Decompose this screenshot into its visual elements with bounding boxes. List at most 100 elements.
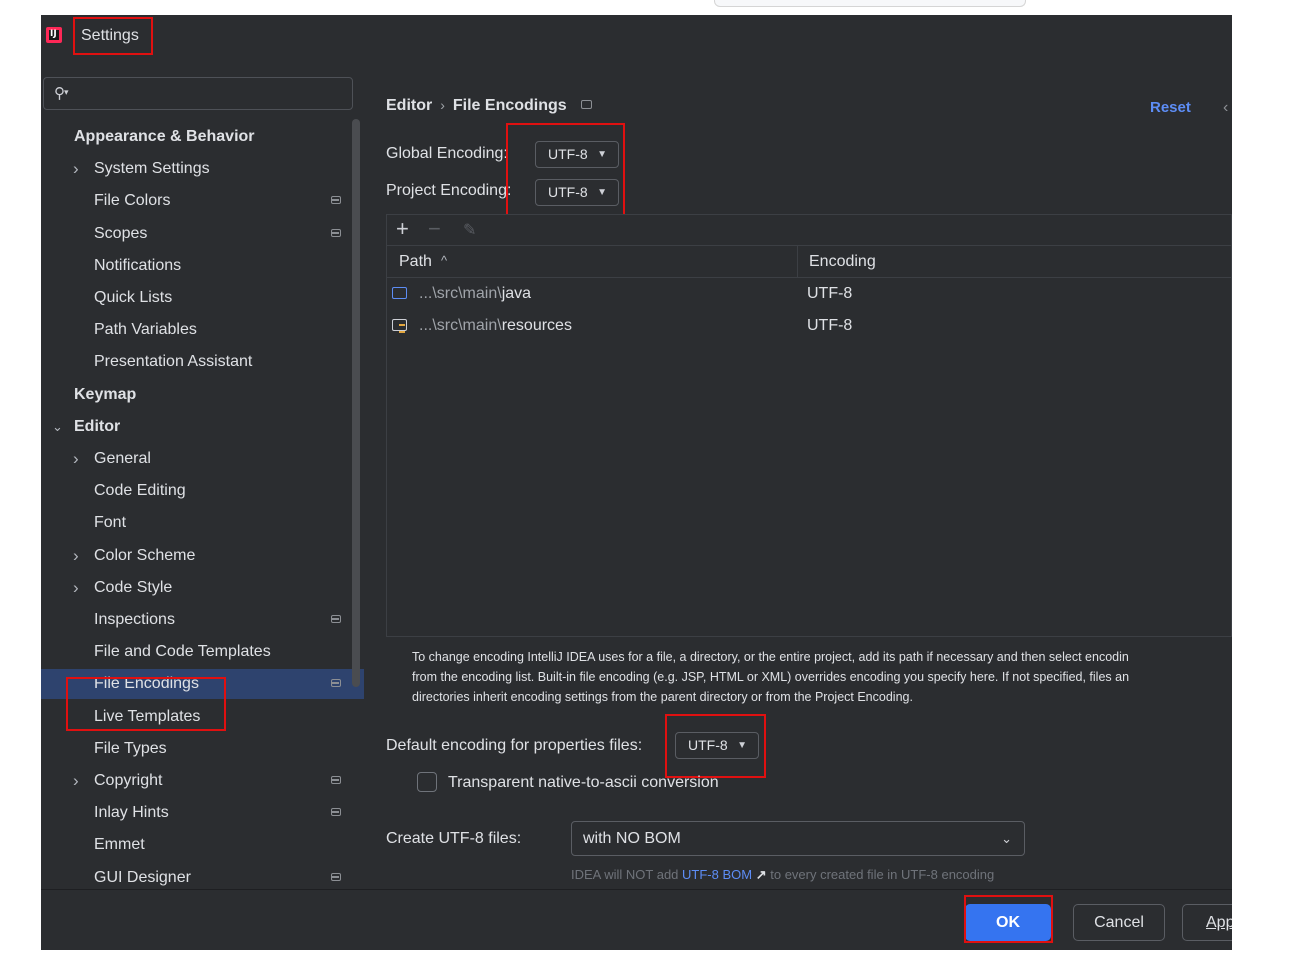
sidebar-item[interactable]: Keymap <box>41 380 364 410</box>
project-encoding-dropdown[interactable]: UTF-8 ▼ <box>535 179 619 206</box>
add-icon[interactable]: + <box>396 216 409 242</box>
sidebar-item-label: File Encodings <box>94 675 199 692</box>
project-scope-icon <box>331 615 341 623</box>
sidebar-item[interactable]: Path Variables <box>41 315 364 345</box>
sidebar-item[interactable]: Font <box>41 508 364 538</box>
encoding-help-text: To change encoding IntelliJ IDEA uses fo… <box>412 650 1130 704</box>
row-encoding[interactable]: UTF-8 <box>807 317 852 335</box>
sidebar-item-label: File Types <box>94 740 167 757</box>
global-encoding-dropdown[interactable]: UTF-8 ▼ <box>535 141 619 168</box>
chevron-right-icon[interactable]: › <box>73 766 79 796</box>
bom-dropdown-value: with NO BOM <box>583 830 681 847</box>
global-encoding-value: UTF-8 <box>548 146 588 162</box>
chevron-right-icon[interactable]: › <box>73 444 79 474</box>
external-link-icon: ↗ <box>755 867 767 882</box>
sidebar-item[interactable]: Code Editing <box>41 476 364 506</box>
column-header-path[interactable]: Path <box>399 253 432 271</box>
properties-encoding-value: UTF-8 <box>688 737 728 753</box>
back-arrow-icon[interactable]: ‹ <box>1223 99 1228 117</box>
project-scope-icon <box>331 808 341 816</box>
dropdown-arrow-icon: ▼ <box>597 149 607 160</box>
chevron-down-icon[interactable]: ⌄ <box>52 412 63 442</box>
sidebar-item[interactable]: ⌄ Editor <box>41 412 364 442</box>
breadcrumb-current: File Encodings <box>452 97 567 114</box>
table-toolbar: + − ✎ <box>387 215 1232 246</box>
sidebar-item-label: Emmet <box>94 836 145 853</box>
edit-pencil-icon[interactable]: ✎ <box>463 220 476 240</box>
intellij-logo-icon: IJ <box>46 27 62 43</box>
sidebar-item[interactable]: File Colors <box>41 186 364 216</box>
properties-encoding-dropdown[interactable]: UTF-8 ▼ <box>675 732 759 759</box>
sidebar-item-label: Inlay Hints <box>94 804 169 821</box>
dropdown-arrow-icon: ▼ <box>737 740 747 751</box>
settings-sidebar: ⚲ ▾ Appearance & Behavior › System Setting… <box>41 57 364 950</box>
sidebar-item[interactable]: Emmet <box>41 830 364 860</box>
table-row[interactable]: ...\src\main\java UTF-8 <box>387 278 1232 310</box>
bom-dropdown[interactable]: with NO BOM ⌄ <box>571 821 1025 856</box>
row-encoding[interactable]: UTF-8 <box>807 285 852 303</box>
sidebar-item[interactable]: Presentation Assistant <box>41 347 364 377</box>
column-divider[interactable] <box>797 246 798 277</box>
sidebar-item-label: Color Scheme <box>94 547 196 564</box>
window-title: Settings <box>81 27 139 44</box>
remove-icon[interactable]: − <box>428 216 441 242</box>
cancel-button[interactable]: Cancel <box>1073 904 1165 941</box>
sidebar-item-label: Copyright <box>94 772 163 789</box>
sidebar-item-label: Font <box>94 514 127 531</box>
resources-folder-icon <box>392 319 407 333</box>
column-header-encoding[interactable]: Encoding <box>809 253 876 271</box>
project-scope-icon <box>331 196 341 204</box>
sidebar-item-label: Presentation Assistant <box>94 353 253 370</box>
row-path: ...\src\main\java <box>419 285 532 302</box>
sidebar-item[interactable]: Appearance & Behavior <box>41 122 364 152</box>
project-scope-icon <box>331 776 341 784</box>
sidebar-item-label: General <box>94 450 151 467</box>
search-input[interactable]: ⚲ ▾ <box>43 77 353 110</box>
sidebar-item-label: System Settings <box>94 160 210 177</box>
sidebar-item[interactable]: Scopes <box>41 219 364 249</box>
sidebar-item[interactable]: Quick Lists <box>41 283 364 313</box>
create-utf8-label: Create UTF-8 files: <box>386 830 522 847</box>
sidebar-item-label: Code Style <box>94 579 173 596</box>
sidebar-item[interactable]: Live Templates <box>41 702 364 732</box>
sidebar-item[interactable]: › Color Scheme <box>41 541 364 571</box>
sidebar-item[interactable]: › General <box>41 444 364 474</box>
apply-button[interactable]: Apply <box>1182 904 1232 941</box>
reset-link[interactable]: Reset <box>1150 99 1191 116</box>
sidebar-item[interactable]: › System Settings <box>41 154 364 184</box>
sidebar-item-label: Keymap <box>74 386 137 403</box>
sidebar-item[interactable]: › Code Style <box>41 573 364 603</box>
bom-hint: IDEA will NOT add UTF-8 BOM ↗ to every c… <box>571 867 995 882</box>
sidebar-scrollbar[interactable] <box>352 119 360 687</box>
highlight-box-encodings <box>506 123 625 226</box>
native-to-ascii-label[interactable]: Transparent native-to-ascii conversion <box>448 774 719 792</box>
sidebar-item[interactable]: › Copyright <box>41 766 364 796</box>
footer-divider <box>41 889 1232 890</box>
sidebar-item-label: Appearance & Behavior <box>74 128 255 145</box>
sidebar-item-label: Path Variables <box>94 321 197 338</box>
table-row[interactable]: ...\src\main\resources UTF-8 <box>387 310 1232 342</box>
table-header: Path ^ Encoding <box>387 246 1232 278</box>
chevron-right-icon[interactable]: › <box>73 154 79 184</box>
sidebar-item-label: Inspections <box>94 611 175 628</box>
sidebar-item-label: Code Editing <box>94 482 186 499</box>
sidebar-item-label: Quick Lists <box>94 289 173 306</box>
sidebar-item[interactable]: Inspections <box>41 605 364 635</box>
sidebar-item[interactable]: File Types <box>41 734 364 764</box>
breadcrumb: Editor › File Encodings <box>386 97 592 115</box>
chevron-right-icon[interactable]: › <box>73 541 79 571</box>
breadcrumb-parent[interactable]: Editor <box>386 97 432 114</box>
chevron-right-icon[interactable]: › <box>73 573 79 603</box>
sort-ascending-icon: ^ <box>441 253 448 268</box>
chevron-down-icon: ⌄ <box>1001 831 1012 846</box>
sidebar-item[interactable]: File and Code Templates <box>41 637 364 667</box>
sidebar-item[interactable]: File Encodings <box>41 669 364 699</box>
sidebar-item[interactable]: Inlay Hints <box>41 798 364 828</box>
sidebar-item[interactable]: Notifications <box>41 251 364 281</box>
utf8-bom-link[interactable]: UTF-8 BOM <box>682 867 752 882</box>
ok-button[interactable]: OK <box>965 904 1051 941</box>
project-encoding-label: Project Encoding: <box>386 182 512 199</box>
background-window-edge <box>714 0 1026 7</box>
native-to-ascii-checkbox[interactable] <box>417 772 437 792</box>
sidebar-item-label: Scopes <box>94 225 148 242</box>
